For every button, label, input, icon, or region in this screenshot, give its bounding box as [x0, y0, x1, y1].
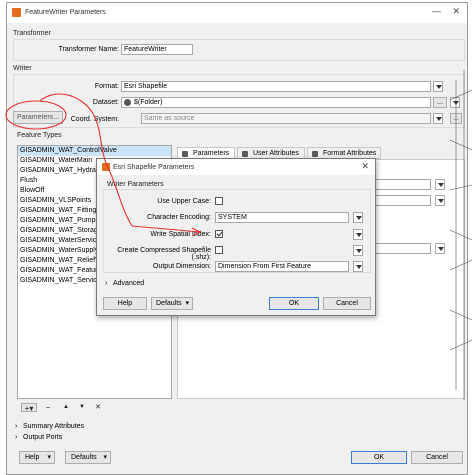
table-icon — [312, 151, 318, 157]
dialog-help-button[interactable]: Help — [103, 297, 147, 310]
summary-attributes-toggle[interactable]: Summary Attributes — [23, 423, 84, 430]
dialog-app-icon — [102, 163, 110, 171]
dialog-defaults-button[interactable]: Defaults ▾ — [151, 297, 193, 310]
coord-system-dropdown-icon[interactable] — [433, 113, 443, 124]
feature-types-label: Feature Types — [17, 132, 62, 139]
writer-parameters-label: Writer Parameters — [107, 181, 164, 188]
param-field-3-dropdown-icon[interactable] — [435, 243, 445, 254]
write-spatial-index-label: Write Spatial Index: — [150, 231, 211, 238]
coord-system-input[interactable]: Same as source — [141, 113, 431, 124]
help-button-label: Help — [25, 454, 40, 461]
advanced-toggle[interactable]: Advanced — [113, 280, 144, 287]
compressed-shapefile-dropdown-icon[interactable] — [353, 245, 363, 256]
cancel-button[interactable]: Cancel — [411, 451, 463, 464]
gear-icon — [182, 151, 188, 157]
transformer-section-label: Transformer — [13, 30, 51, 37]
dataset-param-icon — [124, 99, 131, 106]
defaults-button-label: Defaults — [71, 454, 97, 461]
dataset-value: $(Folder) — [134, 99, 163, 106]
transformer-name-input[interactable]: FeatureWriter — [121, 44, 193, 55]
close-icon[interactable]: ✕ — [452, 6, 460, 17]
compressed-shapefile-checkbox[interactable] — [215, 246, 223, 254]
table-icon — [242, 151, 248, 157]
character-encoding-select[interactable]: SYSTEM — [215, 212, 349, 223]
upper-case-label: Use Upper Case: — [157, 198, 211, 205]
write-spatial-index-dropdown-icon[interactable] — [353, 229, 363, 240]
clear-button[interactable]: ✕ — [93, 403, 103, 412]
output-dimension-dropdown-icon[interactable] — [353, 261, 363, 272]
title-bar: FeatureWriter Parameters — ✕ — [7, 3, 467, 23]
minimize-icon[interactable]: — — [432, 6, 441, 16]
fme-app-icon — [12, 8, 21, 17]
move-up-button[interactable]: ▲ — [61, 403, 71, 412]
coord-system-placeholder: Same as source — [144, 115, 195, 122]
help-dropdown-icon: ▾ — [47, 454, 51, 461]
canvas-connection-lines — [449, 70, 473, 400]
character-encoding-dropdown-icon[interactable] — [353, 212, 363, 223]
defaults-dropdown-icon: ▾ — [103, 454, 107, 461]
move-down-button[interactable]: ▼ — [77, 403, 87, 412]
add-feature-type-button[interactable]: +▾ — [21, 403, 37, 413]
defaults-button[interactable]: Defaults ▾ — [65, 451, 111, 464]
character-encoding-label: Character Encoding: — [147, 214, 211, 221]
writer-section-label: Writer — [13, 65, 32, 72]
output-ports-chevron-icon[interactable]: › — [15, 434, 17, 441]
esri-shapefile-parameters-dialog: Esri Shapefile Parameters ✕ Writer Param… — [96, 158, 376, 316]
dataset-browse-button[interactable]: ... — [433, 97, 447, 108]
output-dimension-label: Output Dimension: — [153, 263, 211, 270]
dialog-close-icon[interactable]: ✕ — [361, 161, 369, 172]
dataset-label: Dataset: — [92, 99, 119, 106]
format-dropdown-icon[interactable] — [433, 81, 443, 92]
help-button[interactable]: Help ▾ — [19, 451, 55, 464]
advanced-chevron-icon[interactable]: › — [105, 280, 107, 287]
remove-feature-type-button[interactable]: − — [43, 403, 53, 412]
upper-case-checkbox[interactable] — [215, 197, 223, 205]
output-dimension-select[interactable]: Dimension From First Feature — [215, 261, 349, 272]
dataset-input[interactable]: $(Folder) — [121, 97, 431, 108]
tab-user-attributes-label: User Attributes — [253, 150, 299, 157]
coord-system-label: Coord. System: — [70, 116, 119, 123]
output-ports-toggle[interactable]: Output Ports — [23, 434, 62, 441]
param-field-1-dropdown-icon[interactable] — [435, 179, 445, 190]
param-field-2-dropdown-icon[interactable] — [435, 195, 445, 206]
window-title: FeatureWriter Parameters — [25, 9, 106, 16]
tab-format-attributes-label: Format Attributes — [323, 150, 377, 157]
dialog-ok-button[interactable]: OK — [269, 297, 319, 310]
dialog-cancel-button[interactable]: Cancel — [323, 297, 371, 310]
write-spatial-index-checkbox[interactable] — [215, 230, 223, 238]
compressed-shapefile-label: Create Compressed Shapefile (.shz): — [117, 247, 211, 261]
dialog-defaults-label: Defaults — [156, 300, 182, 307]
format-input[interactable]: Esri Shapefile — [121, 81, 431, 92]
dialog-title-bar: Esri Shapefile Parameters ✕ — [97, 159, 375, 175]
summary-attributes-chevron-icon[interactable]: › — [15, 423, 17, 430]
transformer-name-label: Transformer Name: — [58, 46, 119, 53]
format-label: Format: — [94, 83, 119, 90]
list-item[interactable]: GISADMIN_WAT_ControlValve — [18, 146, 171, 156]
tab-parameters-label: Parameters — [193, 150, 230, 157]
dialog-title: Esri Shapefile Parameters — [113, 164, 195, 171]
dialog-defaults-dropdown-icon: ▾ — [185, 300, 189, 307]
ok-button[interactable]: OK — [351, 451, 407, 464]
